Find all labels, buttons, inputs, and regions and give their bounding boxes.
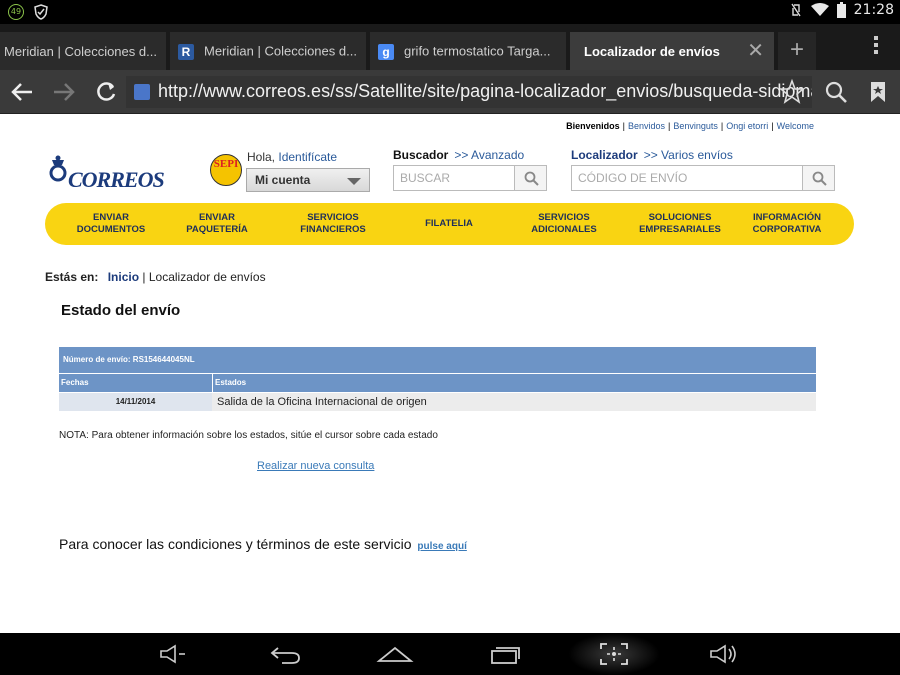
tab-3[interactable]: g grifo termostatico Targa... [370,32,566,70]
browser-toolbar: http://www.correos.es/ss/Satellite/site/… [0,70,900,114]
sepi-logo: SEPI [210,154,242,186]
back-nav-icon[interactable] [268,643,302,665]
url-text: http://www.correos.es/ss/Satellite/site/… [158,81,812,101]
lang-link-en[interactable]: Welcome [777,121,814,131]
row-date: 14/11/2014 [59,393,212,411]
correos-logo[interactable]: CORREOS [48,154,170,194]
nav-servicios-adicionales[interactable]: SERVICIOS ADICIONALES [528,212,600,236]
star-icon[interactable] [778,78,806,106]
web-page: Bienvenidos | Benvidos | Benvinguts | Ongi eto… [0,114,900,633]
tracking-search-button[interactable] [802,165,835,191]
tab-label: Meridian | Colecciones d... [204,43,357,59]
page-title: Estado del envío [61,302,181,319]
search-icon [812,171,827,186]
tab-strip: Meridian | Colecciones d... R Meridian | … [0,24,900,70]
back-icon[interactable] [8,78,36,106]
table-row: 14/11/2014 Salida de la Oficina Internac… [59,393,816,411]
nav-enviar-paqueteria[interactable]: ENVIAR PAQUETERÍA [183,212,251,236]
site-favicon [134,84,150,100]
nav-informacion-corporativa[interactable]: INFORMACIÓN CORPORATIVA [748,212,826,236]
welcome-label: Bienvenidos [566,121,620,131]
tab-label: Localizador de envíos [584,43,720,59]
shield-icon [34,4,48,20]
breadcrumb-current: Localizador de envíos [148,270,266,284]
recent-apps-icon[interactable] [489,643,523,665]
multiple-shipments-link[interactable]: >> Varios envíos [644,148,733,162]
main-nav: ENVIAR DOCUMENTOS ENVIAR PAQUETERÍA SERV… [45,203,854,245]
account-dropdown[interactable]: Mi cuenta [246,168,370,192]
language-links: Bienvenidos | Benvidos | Benvinguts | Ongi eto… [566,121,814,131]
tab-active[interactable]: Localizador de envíos ✕ [570,32,774,70]
forward-icon[interactable] [50,78,78,106]
nav-soluciones-empresariales[interactable]: SOLUCIONES EMPRESARIALES [639,212,721,236]
shipment-number: Número de envío: RS154644045NL [59,347,816,373]
search-button[interactable] [514,165,547,191]
tab-favicon: R [178,43,194,60]
greeting: Hola, Identifícate [247,150,338,164]
tab-label: Meridian | Colecciones d... [4,43,157,59]
new-tab-button[interactable]: + [778,32,816,70]
column-header-dates: Fechas [59,374,213,392]
search-icon[interactable] [822,78,850,106]
nav-servicios-financieros[interactable]: SERVICIOS FINANCIEROS [297,212,369,236]
volume-down-icon[interactable] [158,643,188,665]
search-icon [524,171,539,186]
tab-2[interactable]: R Meridian | Colecciones d... [170,32,366,70]
lang-link-eu[interactable]: Ongi etorri [726,121,768,131]
close-icon[interactable]: ✕ [747,32,764,70]
conditions-text: Para conocer las condiciones y términos … [59,536,467,552]
note-text: NOTA: Para obtener información sobre los… [59,430,438,441]
nav-filatelia[interactable]: FILATELIA [419,218,479,230]
column-header-states: Estados [215,378,247,387]
table-header: Fechas Estados [59,374,816,392]
menu-icon[interactable] [874,36,878,57]
home-nav-icon[interactable] [376,643,414,665]
tab-label: grifo termostatico Targa... [404,43,551,59]
address-bar[interactable]: http://www.correos.es/ss/Satellite/site/… [126,76,812,108]
tracking-table: Número de envío: RS154644045NL Fechas Es… [59,347,816,411]
battery-icon [836,2,846,18]
advanced-search-link[interactable]: >> Avanzado [454,148,524,162]
status-bar: 49 21:28 [0,0,900,24]
breadcrumb-home[interactable]: Inicio [108,270,139,284]
breadcrumb: Estás en: Inicio | Localizador de envíos [45,270,266,284]
notification-badge: 49 [8,4,24,20]
wifi-icon [810,3,829,16]
lang-link-gl[interactable]: Benvidos [628,121,665,131]
clock: 21:28 [853,2,894,18]
search-label: Buscador >> Avanzado [393,148,525,162]
new-query-link[interactable]: Realizar nueva consulta [257,460,374,472]
system-nav-bar [0,633,900,675]
volume-up-icon[interactable] [708,643,742,665]
search-input[interactable]: BUSCAR [393,165,515,191]
nav-enviar-documentos[interactable]: ENVIAR DOCUMENTOS [75,212,147,236]
tracking-code-input[interactable]: CÓDIGO DE ENVÍO [571,165,803,191]
screenshot-icon[interactable] [598,641,630,667]
screen: 49 21:28 Meridian | Colecciones d... R Me… [0,0,900,675]
login-link[interactable]: Identifícate [278,150,337,164]
chevron-down-icon [347,178,361,185]
tab-1[interactable]: Meridian | Colecciones d... [0,32,166,70]
bookmark-icon[interactable] [864,78,892,106]
tab-favicon: g [378,43,394,60]
tracker-label: Localizador >> Varios envíos [571,148,733,162]
conditions-link[interactable]: pulse aquí [417,541,466,552]
reload-icon[interactable] [92,78,120,106]
lang-link-ca[interactable]: Benvinguts [673,121,718,131]
vibrate-icon [791,3,801,17]
row-state[interactable]: Salida de la Oficina Internacional de or… [212,393,816,411]
